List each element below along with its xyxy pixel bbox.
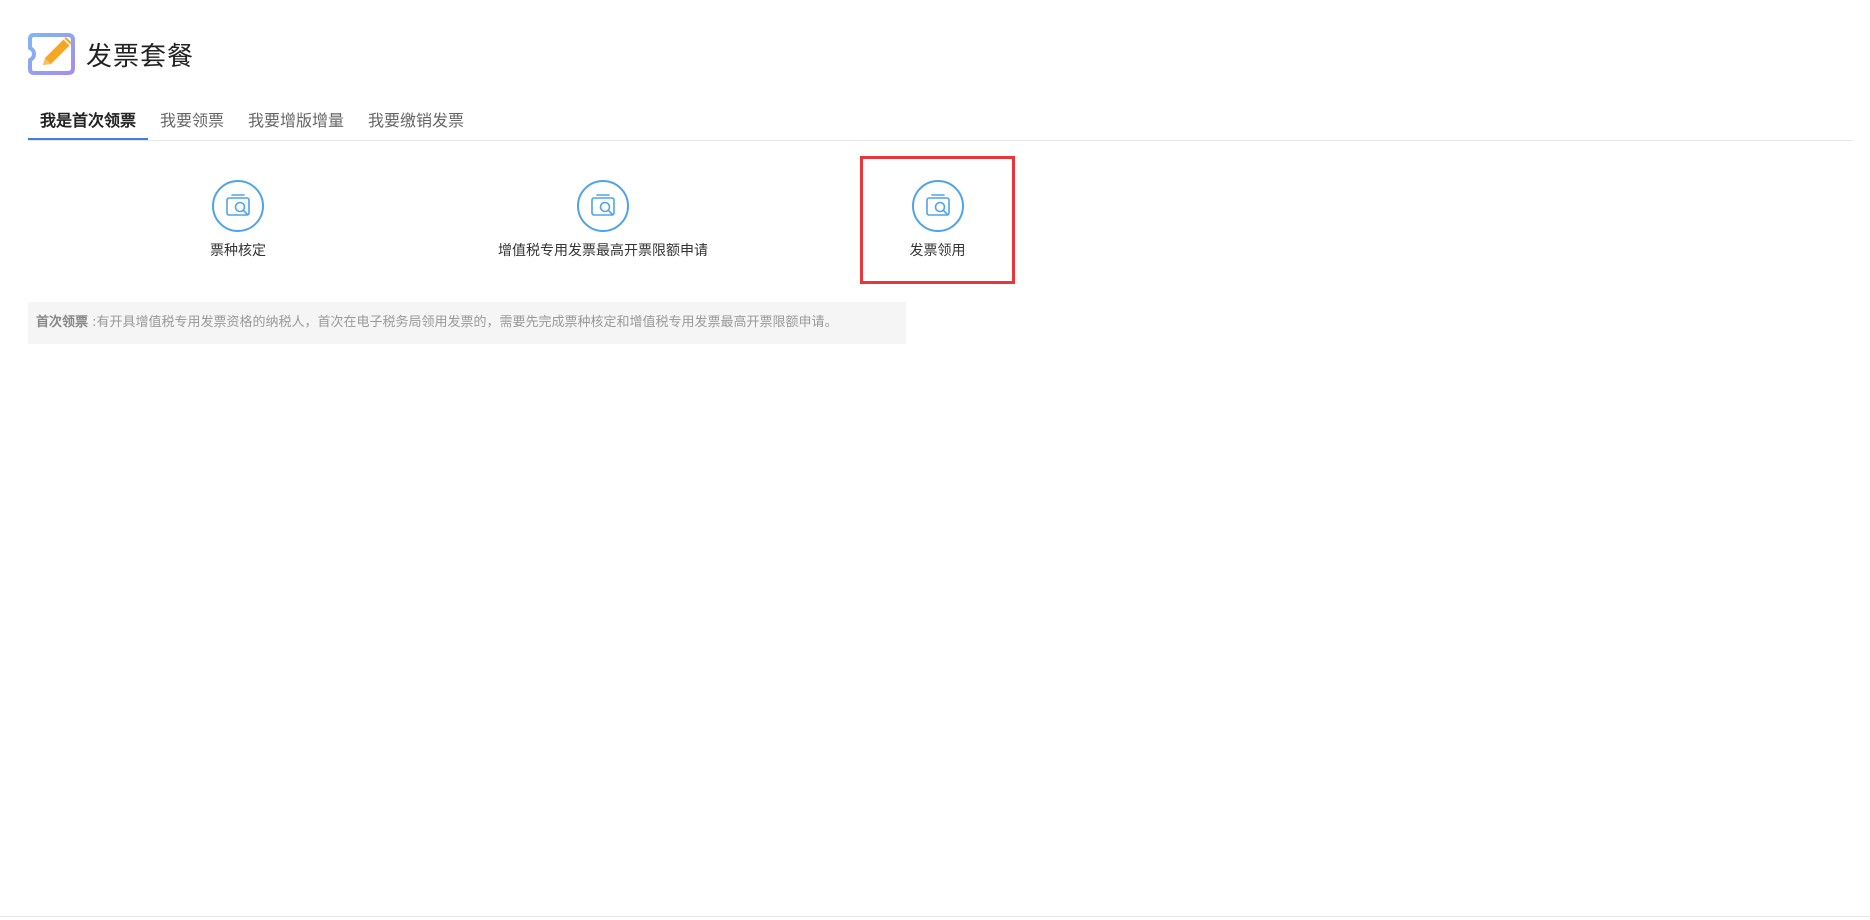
tab-first-time-claim[interactable]: 我是首次领票 (28, 108, 149, 140)
notice-title: 首次领票 (36, 315, 89, 330)
bottom-divider (0, 916, 1870, 917)
tab-cancel-invoice[interactable]: 我要缴销发票 (356, 108, 476, 140)
service-label: 票种核定 (210, 243, 266, 259)
page-header: 发票套餐 (28, 32, 194, 76)
invoice-edit-icon (28, 33, 75, 75)
service-list: 票种核定 增值税专用发票最高开票限额申请 发票领用 (28, 156, 1028, 286)
invoice-search-icon (577, 180, 629, 232)
service-vat-invoice-limit-application[interactable]: 增值税专用发票最高开票限额申请 (463, 156, 743, 284)
service-invoice-claim[interactable]: 发票领用 (860, 156, 1015, 284)
notice-bar: 首次领票 :有开具增值税专用发票资格的纳税人，首次在电子税务局领用发票的，需要先… (28, 302, 906, 344)
tab-claim-invoice[interactable]: 我要领票 (148, 108, 236, 140)
tab-increase-quota[interactable]: 我要增版增量 (236, 108, 356, 140)
invoice-search-icon (911, 180, 964, 232)
notice-text: :有开具增值税专用发票资格的纳税人，首次在电子税务局领用发票的，需要先完成票种核… (92, 315, 838, 330)
page-title: 发票套餐 (86, 41, 195, 72)
invoice-search-icon (212, 180, 264, 232)
service-label: 增值税专用发票最高开票限额申请 (498, 243, 708, 259)
tab-bar: 我是首次领票 我要领票 我要增版增量 我要缴销发票 (28, 108, 1852, 141)
service-label: 发票领用 (909, 243, 966, 259)
page: 发票套餐 我是首次领票 我要领票 我要增版增量 我要缴销发票 票种核定 增值税专… (0, 0, 1870, 920)
service-invoice-type-approval[interactable]: 票种核定 (138, 156, 338, 284)
